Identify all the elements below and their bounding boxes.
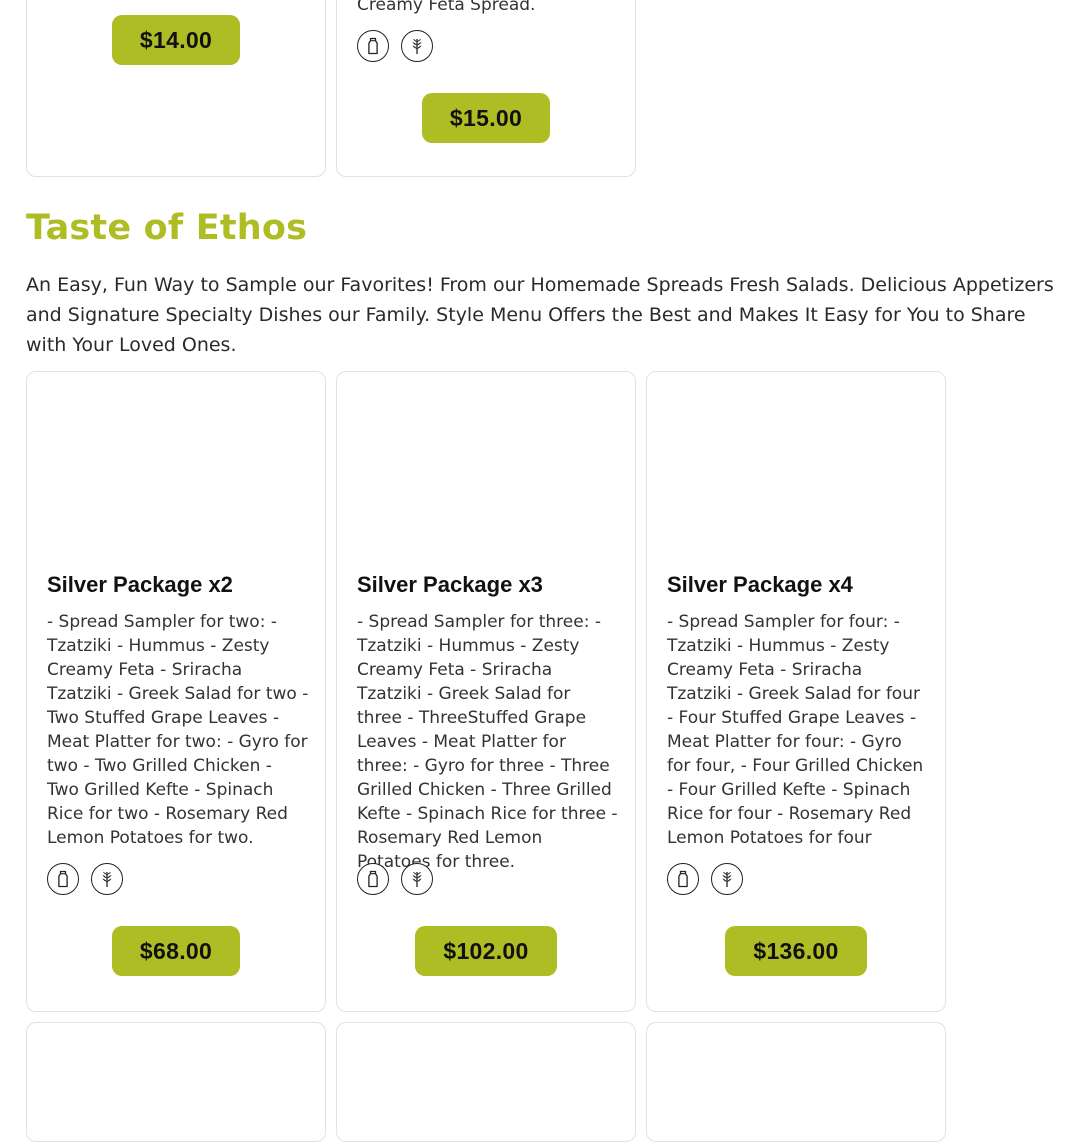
milk-bottle-icon [47,863,79,895]
item-description: - Spread Sampler for three: - Tzatziki -… [357,612,618,872]
item-description: - Spread Sampler for four: - Tzatziki - … [667,612,924,848]
price-button[interactable]: $14.00 [112,15,240,65]
item-name: Silver Package x2 [47,572,233,597]
wheat-icon [401,863,433,895]
menu-item-card[interactable]: Silver Package x2 - Spread Sampler for t… [26,371,326,1012]
price-button[interactable]: $15.00 [422,93,550,143]
item-description: Creamy Feta Spread. [357,0,536,15]
price-button[interactable]: $68.00 [112,926,240,976]
price-button[interactable]: $102.00 [415,926,557,976]
milk-bottle-icon [357,863,389,895]
milk-bottle-icon [667,863,699,895]
menu-item-card: $14.00 [26,0,326,177]
item-description: - Spread Sampler for two: - Tzatziki - H… [47,612,309,848]
menu-item-card[interactable]: Silver Package x4 - Spread Sampler for f… [646,371,946,1012]
menu-item-card[interactable] [336,1022,636,1142]
menu-item-card[interactable] [646,1022,946,1142]
wheat-icon [711,863,743,895]
section-title: Taste of Ethos [26,208,308,248]
wheat-icon [91,863,123,895]
menu-item-card: Creamy Feta Spread. $15.00 [336,0,636,177]
section-description: An Easy, Fun Way to Sample our Favorites… [26,274,1054,356]
menu-item-card[interactable]: Silver Package x3 - Spread Sampler for t… [336,371,636,1012]
milk-bottle-icon [357,30,389,62]
wheat-icon [401,30,433,62]
price-button[interactable]: $136.00 [725,926,867,976]
item-name: Silver Package x3 [357,572,543,597]
item-name: Silver Package x4 [667,572,853,597]
menu-item-card[interactable] [26,1022,326,1142]
